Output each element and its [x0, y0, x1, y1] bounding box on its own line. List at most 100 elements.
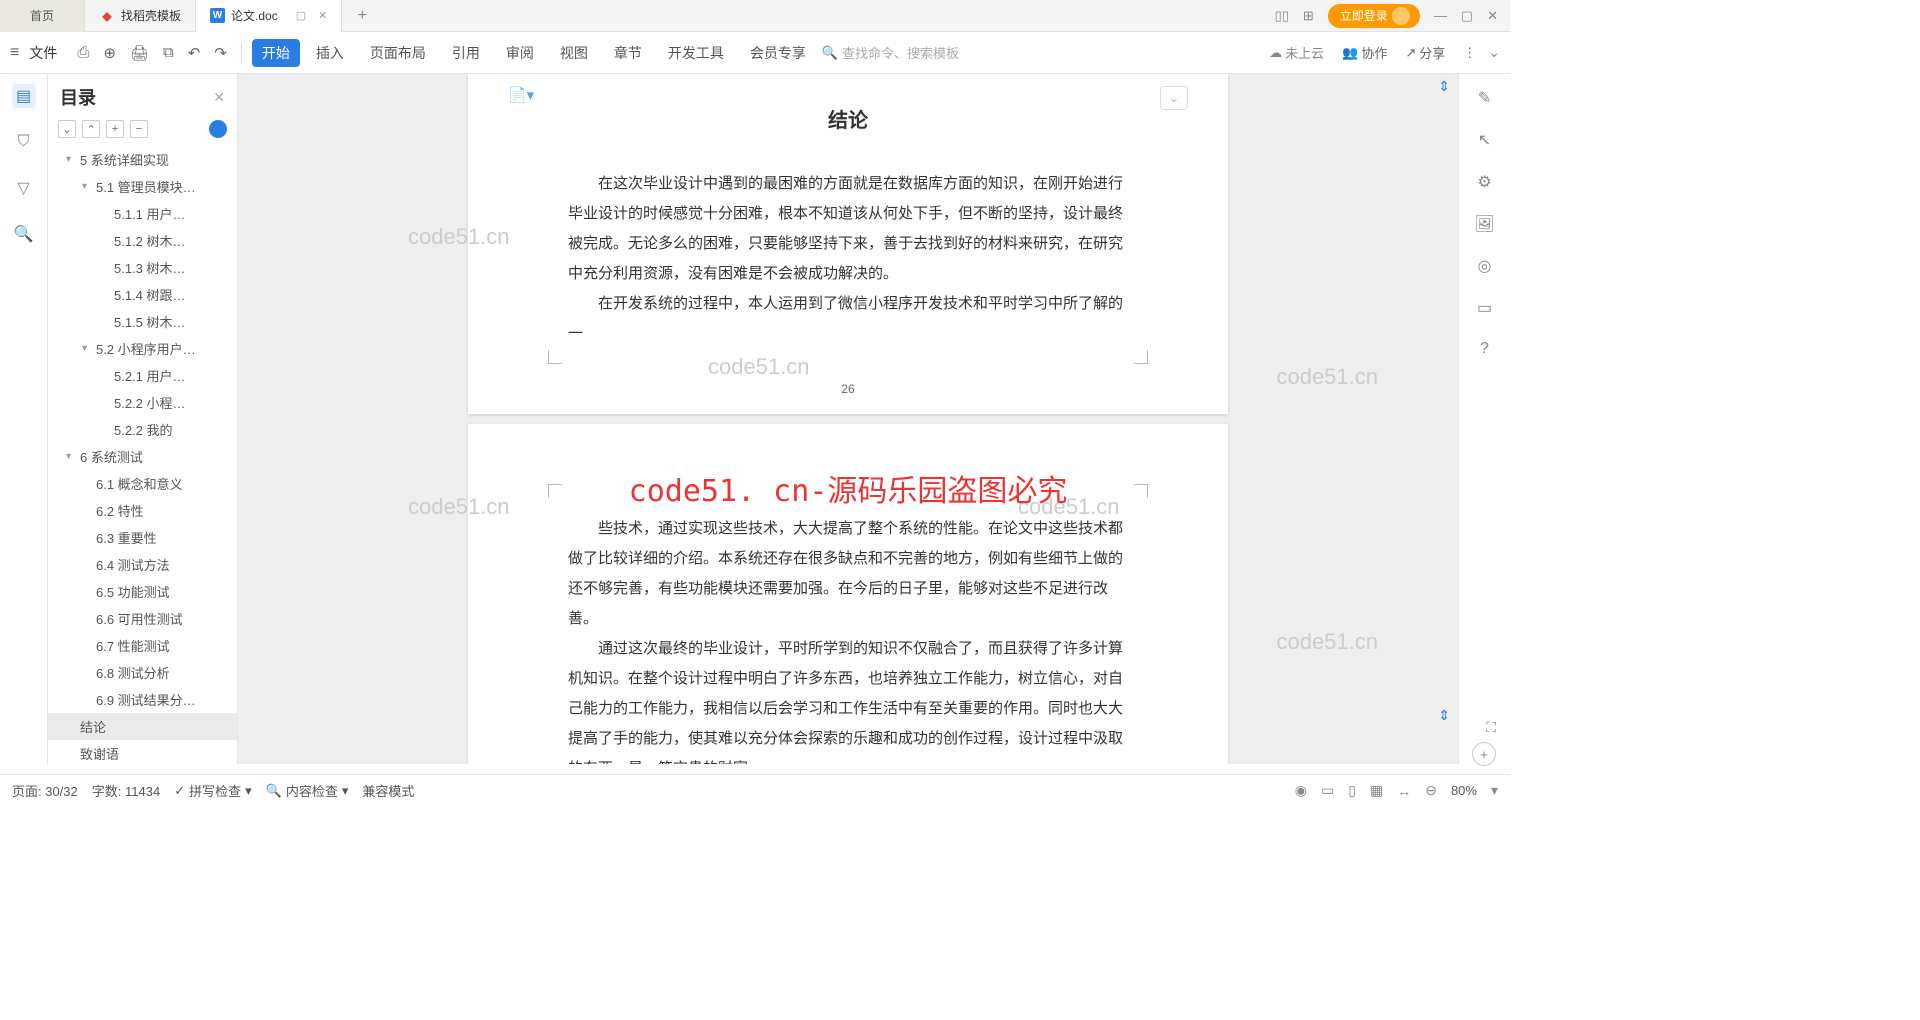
close-panel-icon[interactable]: ✕	[213, 89, 225, 106]
maximize-icon[interactable]: ▢	[1461, 8, 1473, 24]
outline-item[interactable]: 5.2.2 我的	[48, 416, 237, 443]
login-button[interactable]: 立即登录	[1328, 4, 1420, 28]
undo-icon[interactable]: ↶	[184, 42, 205, 64]
document-area[interactable]: ⇕ 📄▾ ⌄ 结论 在这次毕业设计中遇到的最困难的方面就是在数据库方面的知识，在…	[238, 74, 1458, 764]
minimize-icon[interactable]: —	[1434, 8, 1447, 23]
monitor-icon[interactable]: ▢	[296, 9, 306, 22]
pen-icon[interactable]: ✎	[1478, 88, 1491, 108]
word-icon: W	[210, 8, 225, 23]
ribbon-tab-review[interactable]: 审阅	[496, 39, 544, 67]
tab-home[interactable]: 首页	[0, 0, 85, 32]
outline-item[interactable]: ▾5.2 小程序用户…	[48, 335, 237, 362]
collapse-all-icon[interactable]: ⌄	[58, 120, 76, 138]
doc-badge-icon[interactable]: 📄▾	[508, 86, 534, 104]
print-icon[interactable]: 🖨	[126, 42, 153, 64]
expand-all-icon[interactable]: ⌃	[82, 120, 100, 138]
ribbon-bookmark-icon[interactable]: ▽	[12, 176, 36, 200]
outline-item[interactable]: 6.3 重要性	[48, 524, 237, 551]
ribbon-tab-dev[interactable]: 开发工具	[658, 39, 734, 67]
preview-icon[interactable]: ⧉	[159, 42, 178, 63]
settings-icon[interactable]: ⚙	[1477, 172, 1491, 192]
outline-item[interactable]: 6.7 性能测试	[48, 632, 237, 659]
outline-list: ▾5 系统详细实现▾5.1 管理员模块…5.1.1 用户…5.1.2 树木…5.…	[48, 146, 237, 764]
outline-item[interactable]: 5.1.3 树木…	[48, 254, 237, 281]
ribbon-tab-view[interactable]: 视图	[550, 39, 598, 67]
ribbon-tab-insert[interactable]: 插入	[306, 39, 354, 67]
ruler-top-icon[interactable]: ⇕	[1438, 78, 1450, 95]
image-icon[interactable]: 🖼	[1474, 214, 1494, 234]
focus-mode-icon[interactable]: ◉	[1295, 782, 1307, 799]
collab-label: 协作	[1361, 43, 1387, 62]
outline-item[interactable]: ▾5 系统详细实现	[48, 146, 237, 173]
view-mode3-icon[interactable]: ▦	[1370, 782, 1383, 799]
ribbon-tab-start[interactable]: 开始	[252, 39, 300, 67]
outline-item[interactable]: 6.4 测试方法	[48, 551, 237, 578]
zoom-level[interactable]: 80%	[1451, 783, 1477, 798]
layout-icon[interactable]: ▯▯	[1275, 8, 1289, 24]
more-icon[interactable]: ⋮	[1463, 45, 1476, 61]
zoom-dropdown-icon[interactable]: ▾	[1491, 782, 1498, 799]
outline-panel: 目录✕ ⌄ ⌃ + − ▾5 系统详细实现▾5.1 管理员模块…5.1.1 用户…	[48, 74, 238, 764]
outline-item[interactable]: 5.2.1 用户…	[48, 362, 237, 389]
cloud-status[interactable]: ☁ 未上云	[1269, 43, 1324, 62]
zoom-out-icon[interactable]: ⊖	[1425, 782, 1437, 799]
ruler-bottom-icon[interactable]: ⇕	[1438, 707, 1450, 724]
outline-item[interactable]: 5.1.5 树木…	[48, 308, 237, 335]
add-item-icon[interactable]: +	[106, 120, 124, 138]
outline-item[interactable]: 致谢语	[48, 740, 237, 764]
word-count[interactable]: 字数: 11434	[92, 781, 160, 800]
outline-item[interactable]: 6.1 概念和意义	[48, 470, 237, 497]
collapse-ribbon-icon[interactable]: ⌄	[1488, 44, 1500, 61]
ribbon-tab-chapter[interactable]: 章节	[604, 39, 652, 67]
help-icon[interactable]: ?	[1480, 340, 1489, 358]
outline-item[interactable]: 5.1.1 用户…	[48, 200, 237, 227]
outline-item[interactable]: ▾5.1 管理员模块…	[48, 173, 237, 200]
page-indicator[interactable]: 页面: 30/32	[12, 781, 78, 800]
spell-check[interactable]: ✓ 拼写检查 ▾	[174, 781, 251, 800]
apps-icon[interactable]: ⊞	[1303, 8, 1314, 24]
outline-item[interactable]: 结论	[48, 713, 237, 740]
outline-item[interactable]: 6.6 可用性测试	[48, 605, 237, 632]
compat-mode[interactable]: 兼容模式	[362, 781, 414, 800]
outline-item[interactable]: 5.2.2 小程…	[48, 389, 237, 416]
page-number: 26	[468, 382, 1228, 396]
fullscreen-icon[interactable]: ⛶	[1486, 719, 1496, 736]
collab-button[interactable]: 👥 协作	[1342, 43, 1387, 62]
add-fab-icon[interactable]: +	[1472, 742, 1496, 766]
doc-filter-icon[interactable]: ⌄	[1160, 86, 1188, 110]
file-menu[interactable]: 文件	[29, 43, 57, 63]
new-icon[interactable]: ⊕	[99, 42, 120, 64]
share-button[interactable]: ↗ 分享	[1405, 43, 1445, 62]
bookmark-icon[interactable]: ⛉	[12, 130, 36, 154]
read-icon[interactable]: ▭	[1477, 298, 1492, 318]
outline-item[interactable]: 6.9 测试结果分…	[48, 686, 237, 713]
menu-icon[interactable]: ≡	[10, 44, 19, 62]
view-mode2-icon[interactable]: ▯	[1348, 782, 1356, 799]
outline-item[interactable]: 6.8 测试分析	[48, 659, 237, 686]
outline-item[interactable]: 6.5 功能测试	[48, 578, 237, 605]
remove-item-icon[interactable]: −	[130, 120, 148, 138]
sync-icon[interactable]	[209, 120, 227, 138]
outline-item[interactable]: ▾6 系统测试	[48, 443, 237, 470]
outline-item[interactable]: 5.1.4 树跟…	[48, 281, 237, 308]
tab-template[interactable]: ◆找稻壳模板	[85, 0, 196, 32]
close-icon[interactable]: ✕	[1487, 8, 1498, 24]
search-icon[interactable]: 🔍	[12, 222, 36, 246]
command-search[interactable]: 🔍 查找命令、搜索模板	[822, 43, 959, 62]
ribbon-tab-reference[interactable]: 引用	[442, 39, 490, 67]
outline-item[interactable]: 6.2 特性	[48, 497, 237, 524]
target-icon[interactable]: ◎	[1478, 256, 1492, 276]
cursor-icon[interactable]: ↖	[1478, 130, 1491, 150]
ribbon-tab-member[interactable]: 会员专享	[740, 39, 816, 67]
zoom-fit-icon[interactable]: ↔	[1397, 783, 1411, 799]
redo-icon[interactable]: ↷	[210, 42, 231, 64]
view-mode1-icon[interactable]: ▭	[1321, 782, 1334, 799]
ribbon-tab-layout[interactable]: 页面布局	[360, 39, 436, 67]
content-check[interactable]: 🔍 内容检查 ▾	[266, 781, 349, 800]
tab-add[interactable]: +	[342, 0, 382, 32]
outline-item[interactable]: 5.1.2 树木…	[48, 227, 237, 254]
save-icon[interactable]: ⎙	[73, 42, 93, 63]
close-tab-icon[interactable]: ✕	[318, 9, 327, 22]
tab-document[interactable]: W论文.doc▢✕	[196, 0, 342, 32]
outline-icon[interactable]: ▤	[12, 84, 36, 108]
